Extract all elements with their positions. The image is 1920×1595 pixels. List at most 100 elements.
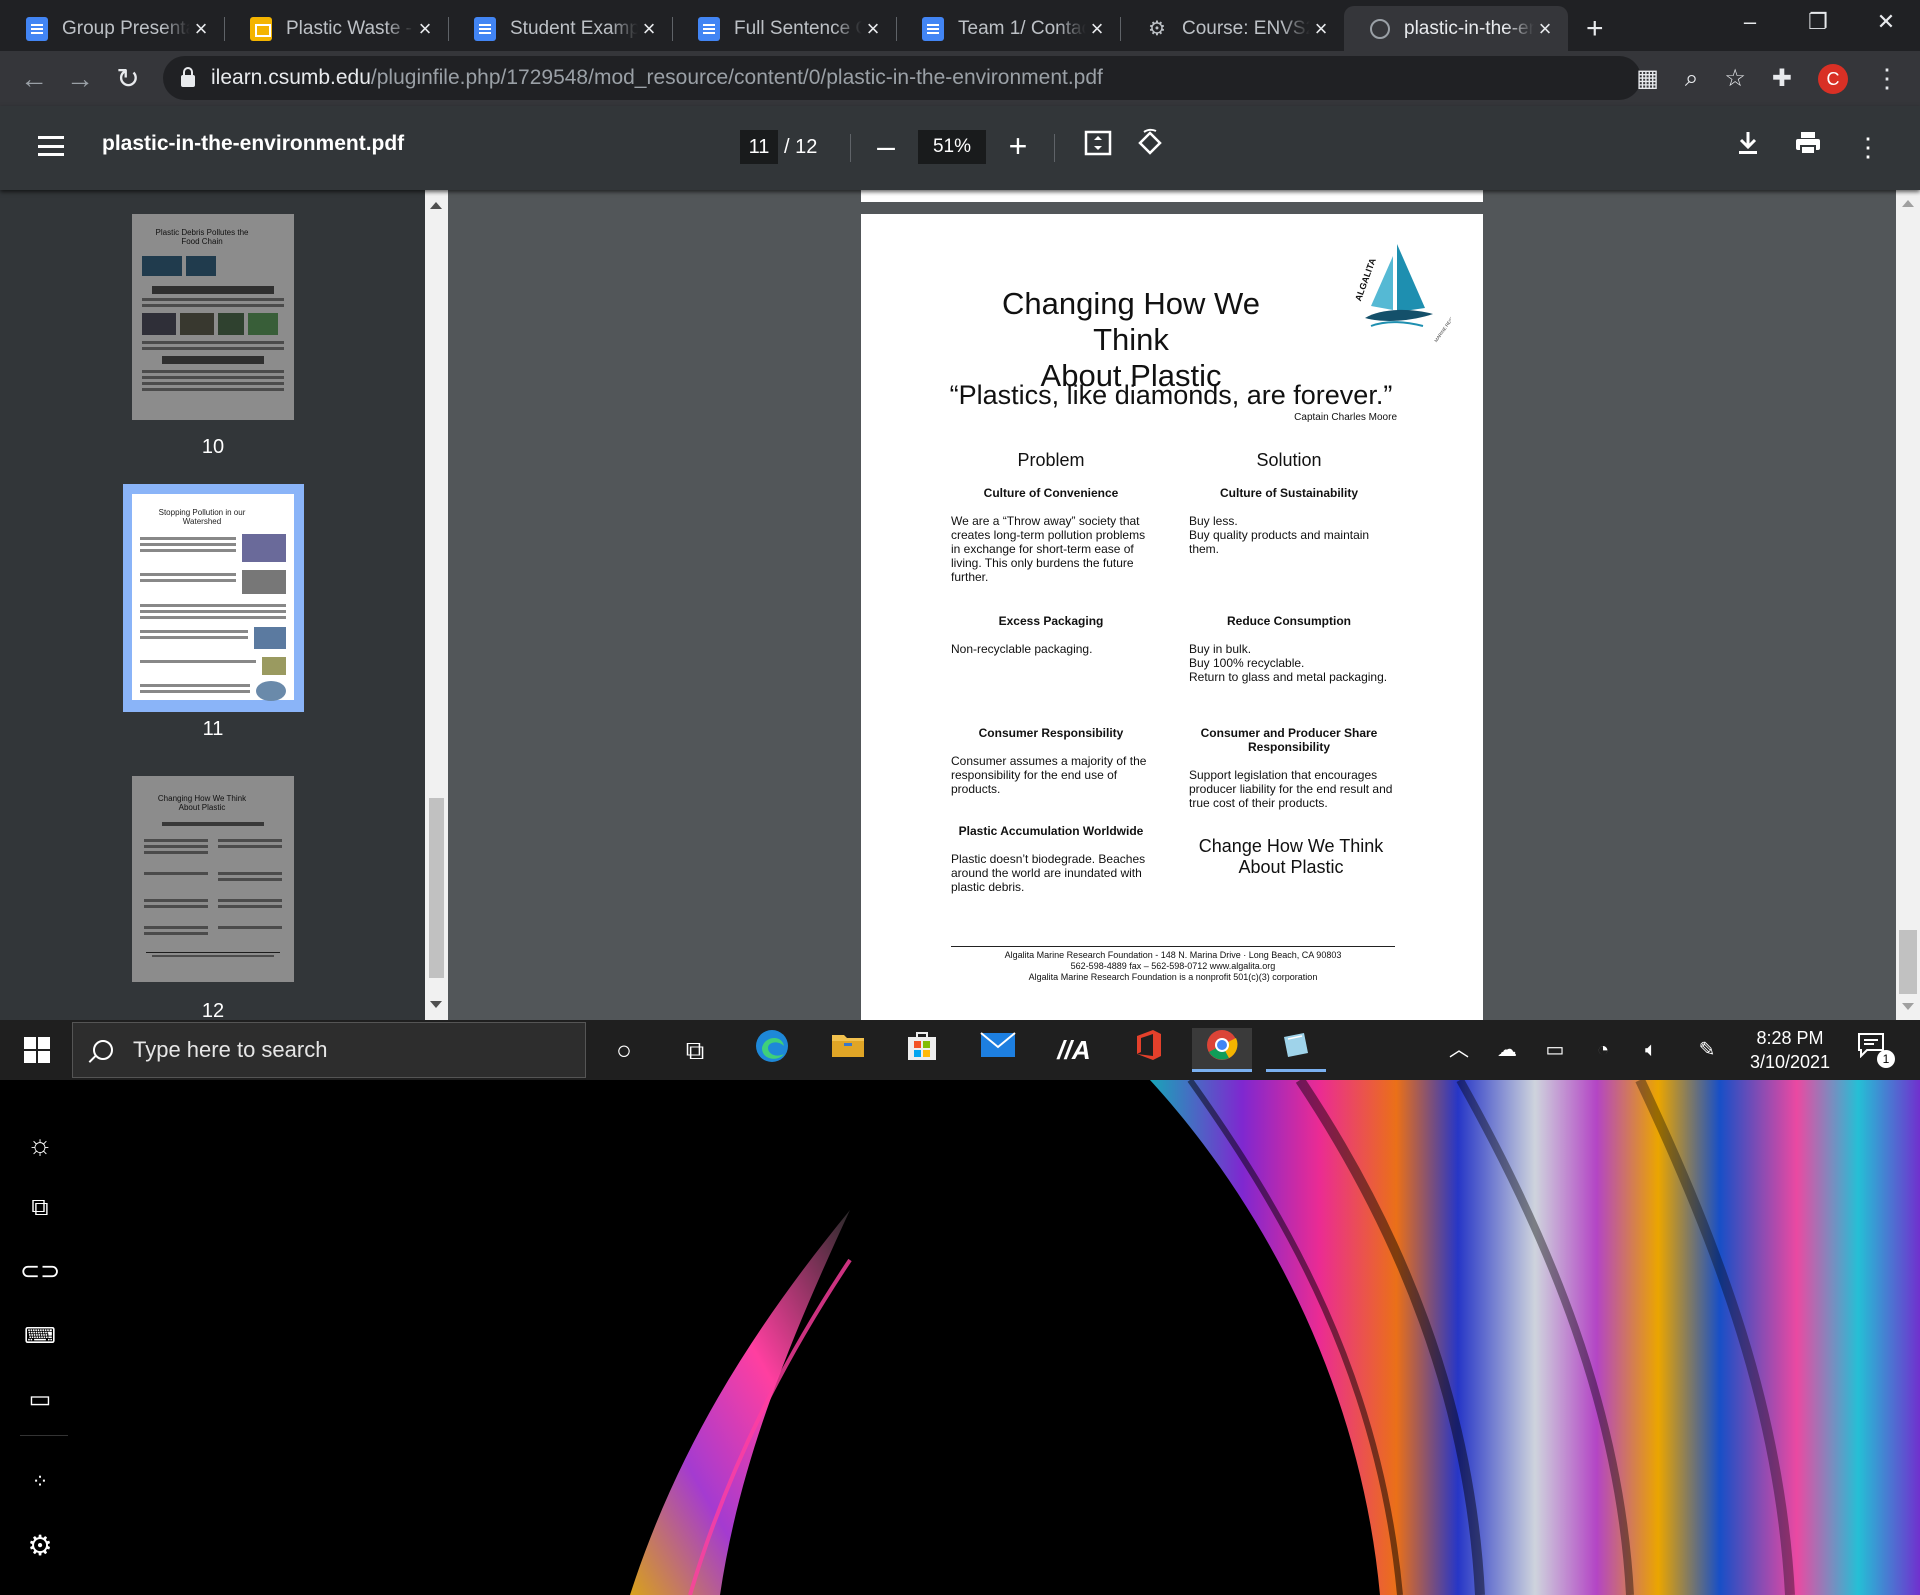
search-icon (93, 1040, 113, 1060)
reload-button[interactable]: ↻ (106, 51, 150, 106)
footer-address: Algalita Marine Research Foundation - 14… (1004, 950, 1342, 960)
thumbnail-label: 11 (202, 718, 224, 740)
back-button[interactable]: ← (12, 51, 56, 106)
tab-close-icon[interactable]: × (1534, 16, 1556, 42)
office-icon[interactable] (1118, 1028, 1178, 1072)
thumbnail-page-10[interactable]: Plastic Debris Pollutes the Food Chain (132, 214, 294, 420)
scroll-down-arrow-icon[interactable] (430, 1001, 442, 1008)
tab-title: Team 1/ Contact (958, 17, 1086, 39)
scrollbar-thumb[interactable] (429, 798, 444, 978)
url-text[interactable]: ilearn.csumb.edu/pluginfile.php/1729548/… (211, 66, 1103, 90)
address-bar[interactable]: ilearn.csumb.edu/pluginfile.php/1729548/… (163, 56, 1641, 100)
print-icon[interactable] (1790, 128, 1826, 166)
divider (20, 1435, 68, 1436)
tab-full-sentence[interactable]: Full Sentence Ou × (672, 6, 896, 51)
windows-start-button[interactable] (14, 1030, 58, 1070)
tab-strip: Group Presentat × Plastic Waste - C × St… (0, 0, 1920, 51)
tab-close-icon[interactable]: × (862, 16, 884, 42)
link-icon[interactable]: ⊂⊃ (20, 1252, 60, 1292)
task-view-icon[interactable]: ⧉ (665, 1028, 725, 1072)
problem-title: Excess Packaging (998, 614, 1104, 628)
sidebar-menu-icon[interactable] (38, 136, 64, 156)
scroll-up-arrow-icon[interactable] (430, 202, 442, 209)
app-logo-icon[interactable]: //A (1044, 1028, 1104, 1072)
thumbnail-title: Plastic Debris Pollutes the Food Chain (155, 228, 249, 246)
onedrive-cloud-icon[interactable]: ☁ (1490, 1020, 1524, 1080)
chrome-icon[interactable] (1192, 1028, 1252, 1072)
keyboard-icon[interactable]: ⌨ (20, 1316, 60, 1356)
minimize-button[interactable]: – (1716, 0, 1784, 44)
scrollbar-thumb[interactable] (1899, 930, 1917, 994)
wifi-icon[interactable]: ◔ (1586, 1020, 1620, 1080)
pdf-scrollbar[interactable] (1896, 190, 1920, 1020)
moodle-icon: ⚙ (1148, 17, 1166, 40)
brightness-icon[interactable]: ☼ (20, 1125, 60, 1165)
notes-app-icon[interactable] (1266, 1028, 1326, 1072)
apps-grid-icon[interactable]: ⁘ (20, 1462, 60, 1502)
tab-team-contact[interactable]: Team 1/ Contact × (896, 6, 1120, 51)
new-tab-button[interactable]: + (1586, 6, 1604, 51)
microsoft-store-icon[interactable] (892, 1028, 952, 1072)
close-window-button[interactable]: ✕ (1852, 0, 1920, 44)
tab-group-presentation[interactable]: Group Presentat × (0, 6, 224, 51)
forward-button[interactable]: → (58, 51, 102, 106)
battery-icon[interactable]: ▭ (1538, 1020, 1572, 1080)
thumbnail-page-11[interactable]: Stopping Pollution in our Watershed (132, 494, 294, 701)
zoom-icon[interactable]: ⌕ (1685, 65, 1698, 93)
quote-attribution: Captain Charles Moore (1294, 412, 1397, 423)
settings-gear-icon[interactable]: ⚙ (20, 1526, 60, 1566)
tab-plastic-pdf[interactable]: plastic-in-the-en × (1344, 6, 1568, 51)
download-icon[interactable] (1730, 128, 1766, 166)
laptop-icon[interactable]: ▭ (20, 1380, 60, 1420)
cortana-icon[interactable]: ○ (594, 1028, 654, 1072)
tab-plastic-waste[interactable]: Plastic Waste - C × (224, 6, 448, 51)
tab-title: Course: ENVS20 (1182, 17, 1310, 39)
extensions-puzzle-icon[interactable]: ✚ (1772, 64, 1792, 93)
rotate-icon[interactable] (1132, 128, 1168, 166)
volume-icon[interactable]: 🔈︎ (1634, 1020, 1668, 1080)
screen-share-icon[interactable]: ⧉ (20, 1188, 60, 1228)
thumbnail-page-12[interactable]: Changing How We Think About Plastic (132, 776, 294, 982)
thumbnail-title: Stopping Pollution in our Watershed (158, 508, 246, 526)
problem-text: Non-recyclable packaging. (951, 642, 1093, 656)
zoom-in-button[interactable]: + (998, 126, 1038, 166)
thumbnail-scrollbar[interactable] (425, 190, 448, 1020)
edge-icon[interactable] (742, 1028, 802, 1072)
side-quick-panel: ☼ ⧉ ⊂⊃ ⌨ ▭ ⁘ ⚙ (0, 1080, 80, 1595)
taskbar-search-box[interactable]: Type here to search (72, 1022, 586, 1078)
bookmark-star-icon[interactable]: ☆ (1724, 64, 1746, 93)
scroll-down-arrow-icon[interactable] (1902, 1003, 1914, 1010)
cast-icon[interactable]: ▦ (1636, 64, 1659, 93)
tab-title: Student Example (510, 17, 638, 39)
clock-date: 3/10/2021 (1749, 1052, 1831, 1072)
zoom-level-input[interactable]: 51% (918, 130, 986, 164)
page-footer: Algalita Marine Research Foundation - 14… (951, 950, 1395, 983)
system-clock[interactable]: 8:28 PM 3/10/2021 (1740, 1026, 1840, 1074)
show-hidden-icons-chevron-icon[interactable]: ︿ (1444, 1020, 1474, 1080)
scroll-up-arrow-icon[interactable] (1902, 200, 1914, 207)
search-placeholder: Type here to search (133, 1037, 328, 1062)
globe-icon (1370, 18, 1390, 39)
tab-close-icon[interactable]: × (1310, 16, 1332, 42)
tab-close-icon[interactable]: × (1086, 16, 1108, 42)
tab-close-icon[interactable]: × (190, 16, 212, 42)
file-explorer-icon[interactable] (818, 1028, 878, 1072)
page-number-input[interactable]: 11 (740, 130, 778, 164)
tab-student-example[interactable]: Student Example × (448, 6, 672, 51)
restore-button[interactable]: ❐ (1784, 0, 1852, 44)
solution-text: Buy in bulk. Buy 100% recyclable. Return… (1189, 642, 1388, 684)
zoom-out-button[interactable]: – (866, 126, 906, 166)
tab-close-icon[interactable]: × (414, 16, 436, 42)
pen-icon[interactable]: ✎ (1690, 1020, 1724, 1080)
action-center-icon[interactable]: 1 (1857, 1032, 1895, 1068)
tab-close-icon[interactable]: × (638, 16, 660, 42)
tab-course-envs[interactable]: ⚙ Course: ENVS20 × (1120, 6, 1344, 51)
lock-icon[interactable] (181, 67, 195, 87)
pdf-more-options-icon[interactable]: ⋮ (1850, 128, 1886, 166)
mail-icon[interactable] (968, 1028, 1028, 1072)
fit-to-page-icon[interactable] (1080, 128, 1116, 166)
browser-menu-icon[interactable]: ⋮ (1874, 51, 1900, 106)
divider (1054, 134, 1055, 162)
docs-icon (26, 16, 48, 41)
profile-avatar[interactable]: C (1818, 63, 1848, 94)
